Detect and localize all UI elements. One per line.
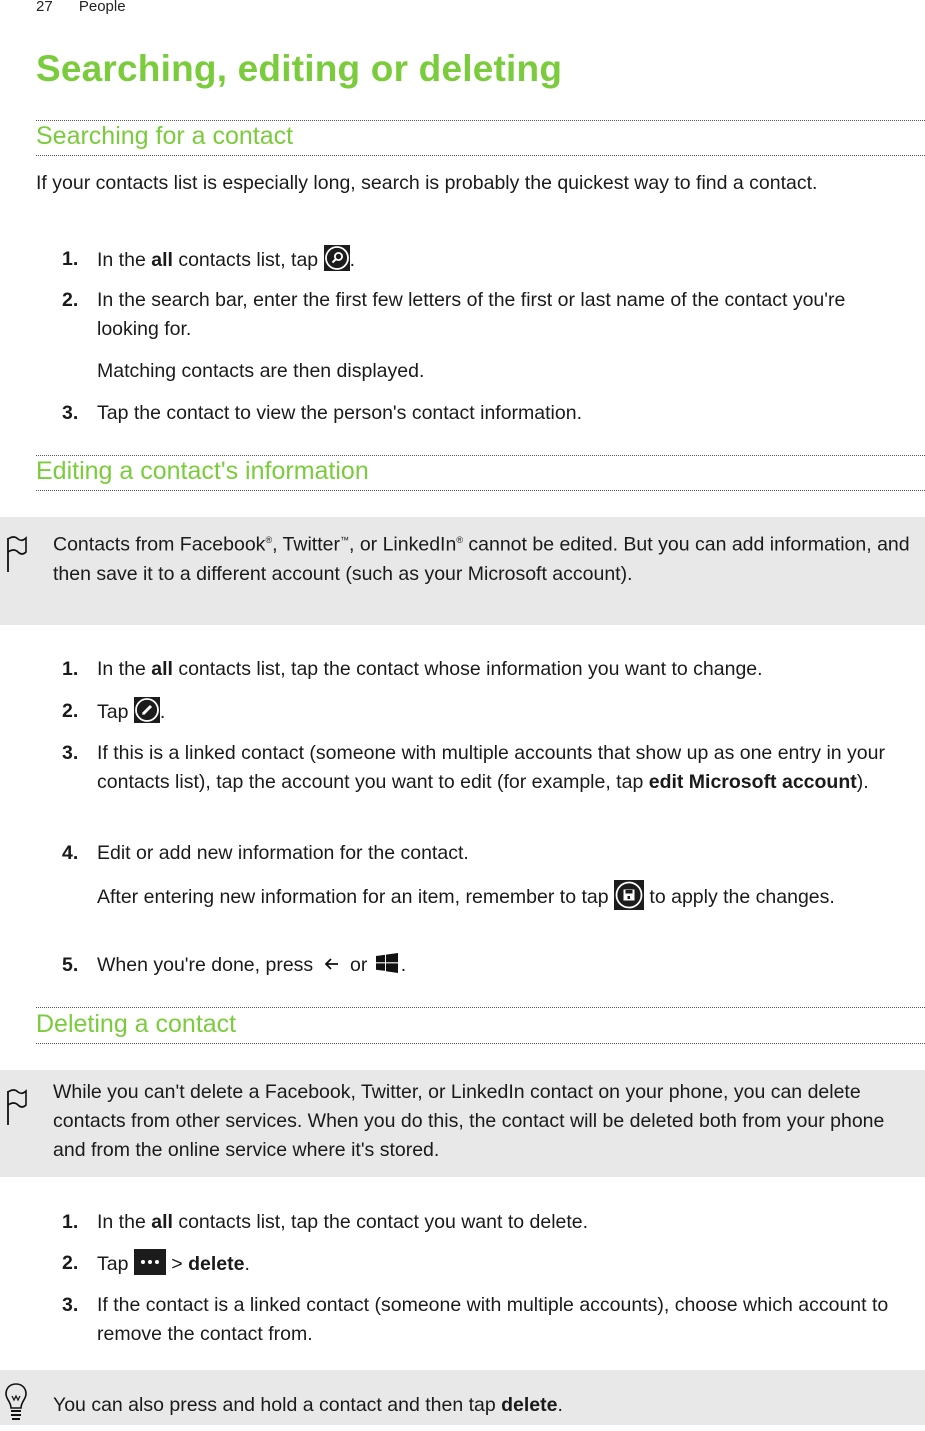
- step-number: 4.: [62, 842, 79, 864]
- delete-label: delete: [188, 1253, 245, 1275]
- more-icon: [133, 1249, 166, 1275]
- heading-searching: Searching for a contact: [36, 122, 294, 150]
- step-text: .: [349, 249, 355, 271]
- edit-note: Contacts from Facebook ® , Twitter™, or Li…: [0, 517, 925, 625]
- search-intro: If your contacts list is especially long…: [36, 172, 818, 194]
- tip-text-part: .: [557, 1394, 563, 1416]
- note-text: Contacts from Facebook ® , Twitter™, or Li…: [53, 526, 915, 589]
- step-text: or: [344, 954, 373, 976]
- page-header: 27 People: [36, 0, 126, 15]
- edit-step-1: 1. In the all contacts list, tap the con…: [36, 655, 906, 684]
- search-step-3: 3. Tap the contact to view the person's …: [36, 399, 906, 428]
- divider: [36, 1007, 925, 1008]
- delete-label: delete: [501, 1394, 558, 1416]
- step-text: >: [165, 1253, 189, 1275]
- search-step-1: 1. In the all contacts list, tap .: [36, 245, 906, 275]
- step-text: After entering new information for an it…: [97, 886, 614, 908]
- search-step-2: 2. In the search bar, enter the first fe…: [36, 286, 906, 344]
- all-label: all: [151, 249, 173, 271]
- step-number: 1.: [62, 248, 79, 270]
- note-text-part: Contacts from Facebook: [53, 533, 266, 556]
- note-text-part: , or LinkedIn: [349, 533, 457, 556]
- step-text: In the: [97, 658, 152, 680]
- divider: [36, 120, 925, 121]
- edit-step-5: 5. When you're done, press or .: [36, 951, 906, 982]
- edit-step-2: 2. Tap .: [36, 697, 906, 727]
- step-text: .: [244, 1253, 250, 1275]
- all-label: all: [151, 1211, 173, 1233]
- step-text: Tap: [97, 701, 134, 723]
- flag-icon: [4, 530, 28, 579]
- step-number: 2.: [62, 289, 79, 311]
- step-text: to apply the changes.: [644, 886, 835, 908]
- step-number: 3.: [62, 402, 79, 424]
- step-text: If the contact is a linked contact (some…: [97, 1294, 889, 1345]
- flag-icon: [4, 1083, 28, 1132]
- edit-account-label: edit Microsoft account: [648, 771, 857, 793]
- step-number: 1.: [62, 658, 79, 680]
- edit-step-4: 4. Edit or add new information for the c…: [36, 839, 906, 868]
- delete-tip: You can also press and hold a contact an…: [0, 1370, 925, 1425]
- delete-step-3: 3. If the contact is a linked contact (s…: [36, 1291, 906, 1349]
- edit-icon: [133, 697, 160, 723]
- step-text: .: [400, 954, 407, 976]
- divider: [36, 490, 925, 491]
- step-text: Edit or add new information for the cont…: [97, 842, 469, 864]
- tip-text: You can also press and hold a contact an…: [53, 1391, 915, 1420]
- all-label: all: [151, 658, 173, 680]
- step-number: 2.: [62, 700, 79, 722]
- heading-editing: Editing a contact's information: [36, 457, 369, 485]
- step-text: contacts list, tap the contact you want …: [172, 1211, 589, 1233]
- step-text: ).: [856, 771, 869, 793]
- back-icon: [319, 951, 345, 980]
- delete-step-1: 1. In the all contacts list, tap the con…: [36, 1208, 906, 1237]
- divider: [36, 1043, 925, 1044]
- trademark-mark: ™: [340, 535, 349, 545]
- search-icon: [323, 245, 350, 271]
- edit-step-4-result: After entering new information for an it…: [97, 880, 907, 912]
- delete-step-2: 2. Tap > delete.: [36, 1249, 906, 1279]
- step-text: In the search bar, enter the first few l…: [97, 289, 846, 340]
- windows-start-icon: [373, 953, 401, 982]
- section-name: People: [78, 0, 126, 15]
- page-title: Searching, editing or deleting: [36, 48, 563, 89]
- page-number: 27: [36, 0, 53, 15]
- delete-note: While you can't delete a Facebook, Twitt…: [0, 1070, 925, 1177]
- step-text: When you're done, press: [97, 954, 319, 976]
- step-number: 3.: [62, 1294, 79, 1316]
- save-icon: [614, 880, 644, 910]
- step-text: contacts list, tap the contact whose inf…: [172, 658, 763, 680]
- step-number: 3.: [62, 742, 79, 764]
- divider: [36, 155, 925, 156]
- tip-text-part: You can also press and hold a contact an…: [53, 1394, 502, 1416]
- step-number: 2.: [62, 1252, 79, 1274]
- lightbulb-icon: [4, 1382, 28, 1431]
- search-step-2-result: Matching contacts are then displayed.: [97, 360, 425, 382]
- heading-deleting: Deleting a contact: [36, 1010, 237, 1038]
- step-text: .: [159, 701, 166, 723]
- step-text: Tap the contact to view the person's con…: [97, 402, 582, 424]
- note-text: While you can't delete a Facebook, Twitt…: [53, 1081, 885, 1161]
- divider: [36, 455, 925, 456]
- step-text: In the: [97, 1211, 152, 1233]
- registered-mark: ®: [456, 535, 463, 545]
- step-text: In the: [97, 249, 152, 271]
- step-number: 5.: [62, 954, 79, 976]
- note-text-part: , Twitter: [272, 533, 340, 556]
- step-number: 1.: [62, 1211, 79, 1233]
- step-text: contacts list, tap: [172, 249, 324, 271]
- step-text: Tap: [97, 1253, 134, 1275]
- edit-step-3: 3. If this is a linked contact (someone …: [36, 739, 906, 797]
